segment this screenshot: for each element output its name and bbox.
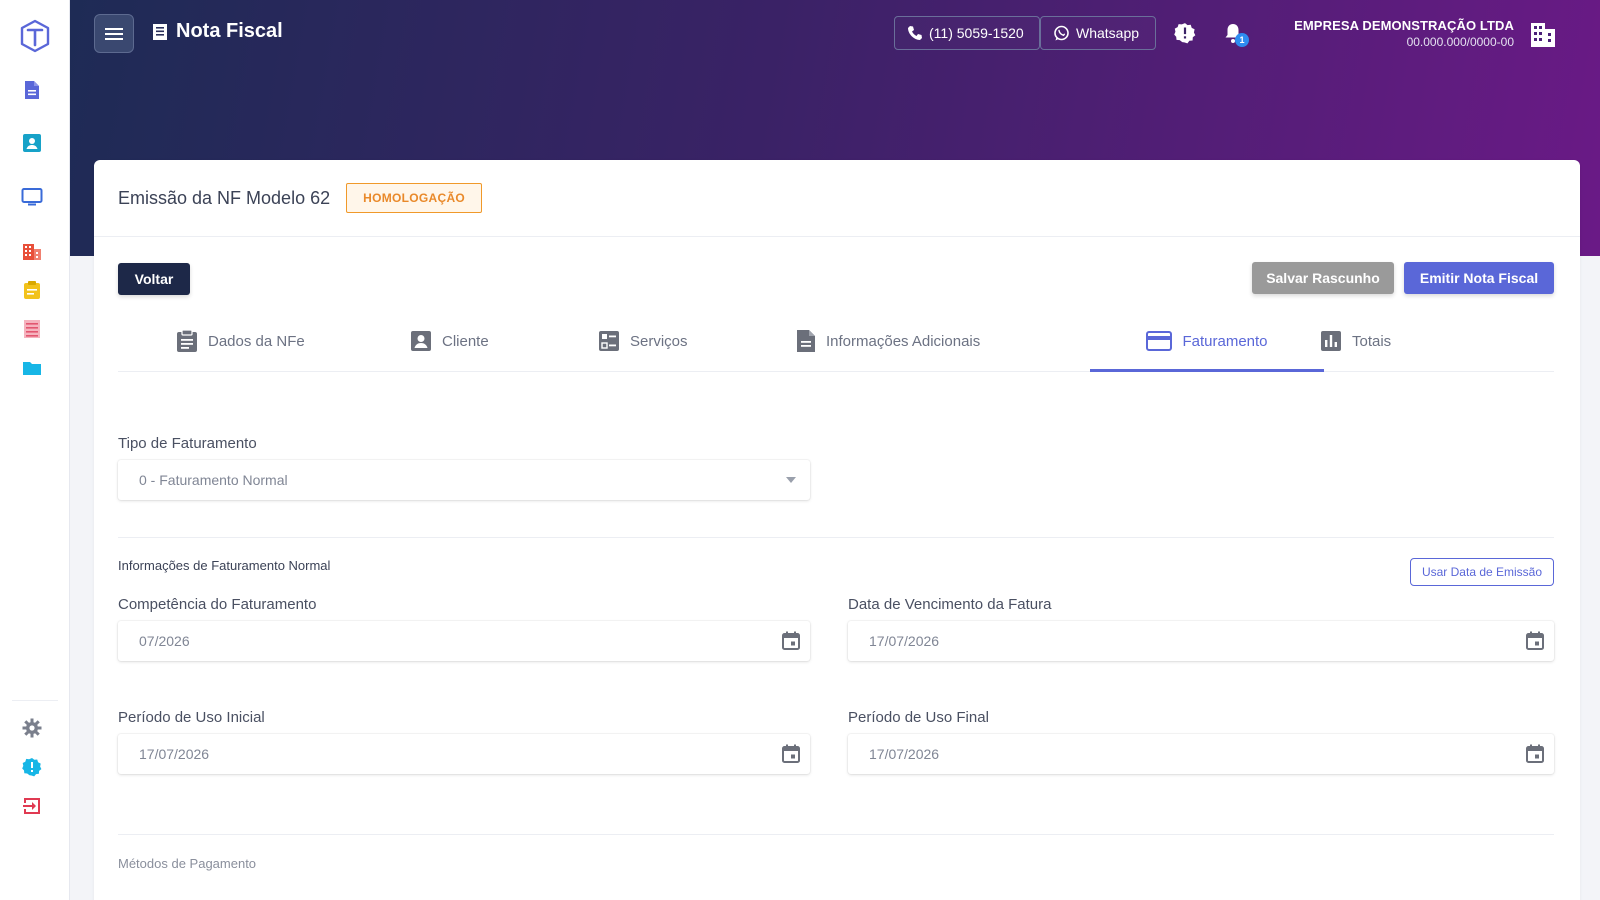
calendar-icon[interactable] <box>1524 630 1546 652</box>
menu-toggle-button[interactable] <box>94 14 134 53</box>
sidebar-item-settings[interactable] <box>20 716 44 740</box>
notification-count-badge: 1 <box>1235 33 1249 47</box>
tab-label: Cliente <box>442 332 489 350</box>
tab-label: Dados da NFe <box>208 332 305 350</box>
receipt-icon <box>153 23 167 40</box>
calendar-icon[interactable] <box>780 630 802 652</box>
periodo-inicial-value: 17/07/2026 <box>139 746 210 762</box>
card-header: Emissão da NF Modelo 62 HOMOLOGAÇÃO <box>94 160 1580 237</box>
phone-button[interactable]: (11) 5059-1520 <box>894 16 1040 50</box>
back-button[interactable]: Voltar <box>118 263 190 295</box>
form-tabs: Dados da NFe Cliente Serviços Informaçõe… <box>118 310 1554 372</box>
periodo-inicial-input[interactable]: 17/07/2026 <box>118 734 810 774</box>
sidebar-item-tasks[interactable] <box>20 278 44 302</box>
bar-chart-icon <box>1321 331 1341 351</box>
vencimento-value: 17/07/2026 <box>869 633 940 649</box>
periodo-final-value: 17/07/2026 <box>869 746 940 762</box>
tab-informacoes-adicionais[interactable]: Informações Adicionais <box>796 310 980 372</box>
document-icon <box>797 330 815 352</box>
use-emission-date-button[interactable]: Usar Data de Emissão <box>1410 558 1554 586</box>
hamburger-icon <box>105 27 123 40</box>
billing-type-label: Tipo de Faturamento <box>118 435 257 452</box>
vencimento-label: Data de Vencimento da Fatura <box>848 596 1052 613</box>
sidebar-item-alerts[interactable] <box>20 755 44 779</box>
environment-badge: HOMOLOGAÇÃO <box>346 183 483 213</box>
competencia-value: 07/2026 <box>139 633 190 649</box>
clipboard-icon <box>24 281 40 299</box>
tab-dados-nfe[interactable]: Dados da NFe <box>176 310 305 372</box>
save-draft-button[interactable]: Salvar Rascunho <box>1252 262 1394 294</box>
folder-icon <box>23 362 41 375</box>
phone-icon <box>908 26 922 40</box>
gear-icon <box>22 718 42 738</box>
company-name: EMPRESA DEMONSTRAÇÃO LTDA <box>1294 18 1514 33</box>
chevron-down-icon <box>780 469 802 491</box>
company-cnpj: 00.000.000/0000-00 <box>1406 35 1514 49</box>
whatsapp-icon <box>1054 25 1069 40</box>
page-title: Emissão da NF Modelo 62 <box>118 187 331 208</box>
building-icon <box>23 244 41 260</box>
company-info[interactable]: EMPRESA DEMONSTRAÇÃO LTDA 00.000.000/000… <box>1294 18 1514 49</box>
checklist-icon <box>599 331 619 351</box>
active-tab-indicator <box>1090 369 1324 372</box>
billing-type-value: 0 - Faturamento Normal <box>139 472 288 488</box>
sidebar-item-monitor[interactable] <box>20 185 44 209</box>
alert-badge-icon <box>22 758 42 777</box>
payment-methods-title: Métodos de Pagamento <box>118 856 257 871</box>
alerts-button[interactable] <box>1173 21 1197 45</box>
tab-label: Faturamento <box>1182 332 1268 350</box>
sidebar-item-contacts[interactable] <box>20 131 44 155</box>
sidebar-item-companies[interactable] <box>20 239 44 263</box>
document-icon <box>25 81 39 99</box>
sidebar-item-files[interactable] <box>20 356 44 380</box>
tab-faturamento[interactable]: Faturamento <box>1090 310 1324 372</box>
app-logo-icon[interactable] <box>19 19 51 53</box>
competencia-label: Competência do Faturamento <box>118 596 317 613</box>
calendar-icon[interactable] <box>780 743 802 765</box>
tab-servicos[interactable]: Serviços <box>598 310 688 372</box>
sidebar-separator <box>12 700 58 701</box>
tab-label: Totais <box>1352 332 1392 350</box>
whatsapp-button[interactable]: Whatsapp <box>1040 16 1156 50</box>
sidebar-item-logout[interactable] <box>20 794 44 818</box>
sidebar-item-lists[interactable] <box>20 317 44 341</box>
periodo-final-input[interactable]: 17/07/2026 <box>848 734 1554 774</box>
tab-totais[interactable]: Totais <box>1320 310 1391 372</box>
notifications-button[interactable]: 1 <box>1221 21 1249 47</box>
clipboard-icon <box>177 329 197 352</box>
tab-label: Informações Adicionais <box>826 332 981 350</box>
tab-cliente[interactable]: Cliente <box>410 310 489 372</box>
tab-label: Serviços <box>630 332 688 350</box>
emission-card: Emissão da NF Modelo 62 HOMOLOGAÇÃO Volt… <box>94 160 1580 900</box>
company-building-icon[interactable] <box>1528 20 1558 48</box>
emit-invoice-button[interactable]: Emitir Nota Fiscal <box>1404 262 1554 294</box>
sidebar <box>0 0 70 900</box>
contact-card-icon <box>23 134 41 152</box>
sidebar-item-documents[interactable] <box>20 78 44 102</box>
calendar-icon[interactable] <box>1524 743 1546 765</box>
whatsapp-label: Whatsapp <box>1076 25 1140 41</box>
periodo-final-label: Período de Uso Final <box>848 709 989 726</box>
competencia-input[interactable]: 07/2026 <box>118 621 810 661</box>
app-title: Nota Fiscal <box>152 20 283 43</box>
section-divider <box>118 834 1554 835</box>
monitor-icon <box>21 188 43 206</box>
contact-card-icon <box>411 331 431 351</box>
periodo-inicial-label: Período de Uso Inicial <box>118 709 265 726</box>
vencimento-input[interactable]: 17/07/2026 <box>848 621 1554 661</box>
credit-card-icon <box>1146 331 1173 351</box>
app-title-text: Nota Fiscal <box>176 20 283 42</box>
list-icon <box>24 320 40 338</box>
phone-label: (11) 5059-1520 <box>929 25 1024 41</box>
normal-billing-section-title: Informações de Faturamento Normal <box>118 558 331 573</box>
billing-type-select[interactable]: 0 - Faturamento Normal <box>118 460 810 500</box>
alert-badge-icon <box>1174 23 1196 44</box>
section-divider <box>118 537 1554 538</box>
logout-icon <box>23 798 40 814</box>
